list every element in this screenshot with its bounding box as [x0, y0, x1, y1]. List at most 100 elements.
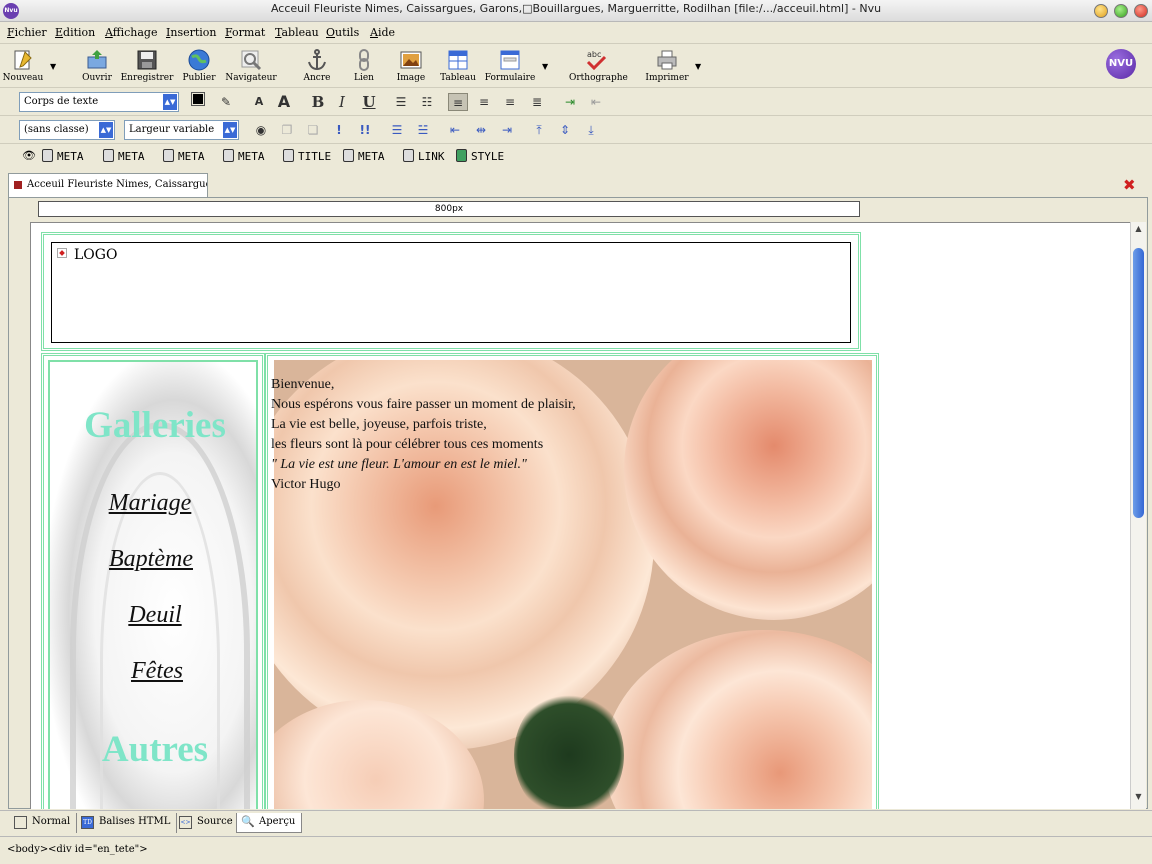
- tab-html-tags[interactable]: TD Balises HTML: [77, 813, 178, 833]
- style-tag-icon: [456, 149, 467, 162]
- status-div-tag[interactable]: <div id="en_tete">: [48, 844, 148, 855]
- editor-canvas[interactable]: LOGO Galleries Mariage Baptème Deuil Fêt…: [30, 222, 1130, 809]
- new-dropdown-icon[interactable]: ▼: [50, 62, 56, 71]
- line-spacing-icon[interactable]: ☰: [387, 121, 407, 139]
- valign-top-icon[interactable]: ⤒: [529, 121, 549, 139]
- menu-edition[interactable]: Edition: [55, 26, 95, 39]
- width-select[interactable]: Largeur variable ▲▼: [124, 120, 239, 140]
- scrollbar-thumb[interactable]: [1133, 248, 1144, 518]
- close-tab-icon[interactable]: ✖: [1123, 176, 1136, 194]
- align-justify-icon[interactable]: ≣: [527, 93, 547, 111]
- menu-format[interactable]: Format: [225, 26, 265, 39]
- bold-button[interactable]: B: [308, 93, 328, 111]
- float-right-icon[interactable]: ⇥: [497, 121, 517, 139]
- form-dropdown-icon[interactable]: ▼: [542, 62, 548, 71]
- save-disk-icon: [137, 50, 157, 70]
- numbered-list-icon[interactable]: ☰: [391, 93, 411, 111]
- important-icon[interactable]: !: [329, 121, 349, 139]
- align-left-icon[interactable]: ≡: [448, 93, 468, 111]
- browse-button[interactable]: Navigateur: [224, 46, 278, 86]
- highlight-pencil-icon[interactable]: ✎: [216, 93, 236, 111]
- align-right-icon[interactable]: ≡: [500, 93, 520, 111]
- image-button[interactable]: Image: [384, 46, 438, 86]
- stack-icon[interactable]: ❐: [277, 121, 297, 139]
- preview-magnifier-icon: 🔍: [241, 815, 255, 828]
- print-dropdown-icon[interactable]: ▼: [695, 62, 701, 71]
- maximize-button[interactable]: [1114, 4, 1128, 18]
- magnifier-icon: [241, 50, 262, 71]
- eye-icon[interactable]: 👁: [22, 149, 36, 162]
- save-button[interactable]: Enregistrer: [120, 46, 174, 86]
- paragraph-style-select[interactable]: Corps de texte ▲▼: [19, 92, 179, 112]
- sidebar-div[interactable]: Galleries Mariage Baptème Deuil Fêtes Au…: [41, 353, 265, 809]
- italic-button[interactable]: I: [332, 93, 352, 111]
- tab-source[interactable]: <> Source: [175, 813, 240, 833]
- vertical-scrollbar[interactable]: ▲ ▼: [1130, 222, 1146, 809]
- rose-bottom-right: [604, 630, 872, 809]
- class-select[interactable]: (sans classe) ▲▼: [19, 120, 115, 140]
- link-bapteme[interactable]: Baptème: [50, 546, 256, 573]
- tag-meta-5[interactable]: META: [343, 149, 385, 163]
- bullet-list-icon[interactable]: ☷: [417, 93, 437, 111]
- chain-link-icon: [359, 49, 369, 71]
- indent-icon[interactable]: ⇥: [560, 93, 580, 111]
- tab-normal[interactable]: Normal: [10, 813, 78, 833]
- layer-icon[interactable]: ◉: [251, 121, 271, 139]
- new-button[interactable]: Nouveau: [0, 46, 50, 86]
- menu-tableau[interactable]: Tableau: [275, 26, 319, 39]
- line-spacing-alt-icon[interactable]: ☱: [413, 121, 433, 139]
- align-center-icon[interactable]: ≡: [474, 93, 494, 111]
- galleries-title: Galleries: [84, 405, 226, 446]
- open-button[interactable]: Ouvrir: [70, 46, 124, 86]
- unstack-icon[interactable]: ❏: [303, 121, 323, 139]
- tag-style[interactable]: STYLE: [456, 149, 504, 163]
- print-button[interactable]: Imprimer: [640, 46, 694, 86]
- underline-button[interactable]: U: [359, 93, 379, 111]
- close-window-button[interactable]: [1134, 4, 1148, 18]
- layout-toolbar: (sans classe) ▲▼ Largeur variable ▲▼ ◉ ❐…: [0, 116, 1152, 144]
- tag-meta-3[interactable]: META: [163, 149, 205, 163]
- link-deuil[interactable]: Deuil: [50, 602, 256, 629]
- anchor-button[interactable]: Ancre: [290, 46, 344, 86]
- menu-affichage[interactable]: Affichage: [105, 26, 157, 39]
- link-fetes[interactable]: Fêtes: [52, 658, 256, 685]
- scroll-up-icon[interactable]: ▲: [1132, 224, 1145, 237]
- font-smaller-button[interactable]: A: [249, 93, 269, 111]
- form-button[interactable]: Formulaire: [483, 46, 537, 86]
- tag-meta-4[interactable]: META: [223, 149, 265, 163]
- minimize-button[interactable]: [1094, 4, 1108, 18]
- status-body-tag[interactable]: <body>: [7, 844, 48, 855]
- menu-fichier[interactable]: Fichier: [7, 26, 47, 39]
- menu-outils[interactable]: Outils: [326, 26, 359, 39]
- menu-insertion[interactable]: Insertion: [166, 26, 217, 39]
- header-inner-table[interactable]: LOGO: [51, 242, 851, 343]
- valign-middle-icon[interactable]: ⇕: [555, 121, 575, 139]
- font-larger-button[interactable]: A: [274, 93, 294, 111]
- tag-title[interactable]: TITLE: [283, 149, 331, 163]
- valign-bottom-icon[interactable]: ⤓: [581, 121, 601, 139]
- tag-link[interactable]: LINK: [403, 149, 445, 163]
- spellcheck-button[interactable]: abc Orthographe: [569, 46, 628, 86]
- form-icon: [500, 50, 520, 70]
- outdent-icon[interactable]: ⇤: [586, 93, 606, 111]
- tag-meta-2[interactable]: META: [103, 149, 145, 163]
- scroll-down-icon[interactable]: ▼: [1132, 792, 1145, 805]
- link-button[interactable]: Lien: [337, 46, 391, 86]
- float-center-icon[interactable]: ⇹: [471, 121, 491, 139]
- table-button[interactable]: Tableau: [431, 46, 485, 86]
- header-div[interactable]: LOGO: [41, 232, 861, 351]
- meta-tag-icon: [103, 149, 114, 162]
- text-color-swatch[interactable]: [191, 92, 205, 106]
- document-tab[interactable]: Acceuil Fleuriste Nimes, Caissargues...: [8, 173, 208, 197]
- link-mariage[interactable]: Mariage: [50, 490, 255, 517]
- picture-icon: [400, 51, 422, 69]
- menu-aide[interactable]: Aide: [370, 26, 395, 39]
- welcome-text[interactable]: Bienvenue, Nous espérons vous faire pass…: [271, 375, 576, 495]
- tag-meta-1[interactable]: META: [42, 149, 84, 163]
- very-important-icon[interactable]: !!: [355, 121, 375, 139]
- float-left-icon[interactable]: ⇤: [445, 121, 465, 139]
- publish-button[interactable]: Publier: [172, 46, 226, 86]
- rose-top-right: [624, 360, 872, 620]
- meta-tag-icon: [343, 149, 354, 162]
- tab-preview[interactable]: 🔍 Aperçu: [236, 813, 303, 833]
